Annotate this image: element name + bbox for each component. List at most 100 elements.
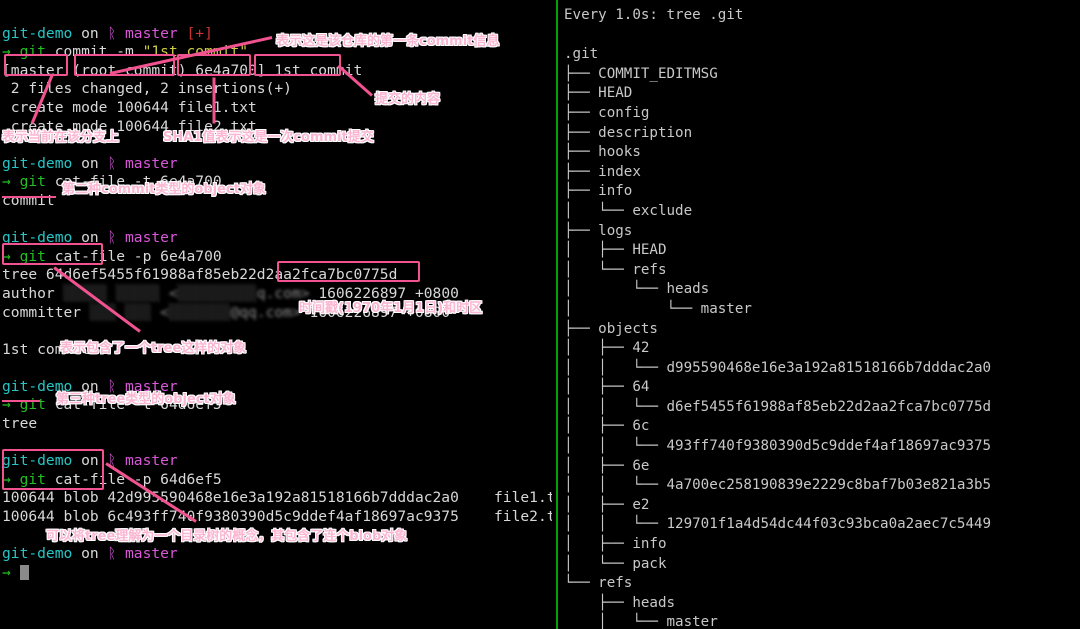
terminal-cursor [19, 564, 29, 580]
terminal-text: master [116, 545, 178, 563]
terminal-line: committer ░░░ ░░░ <░░░░░░░@qq.com> 16062… [2, 304, 552, 323]
terminal-text: → [2, 247, 20, 265]
terminal-right-pane[interactable]: Every 1.0s: tree .git .git ├── COMMIT_EDI… [562, 0, 1080, 629]
terminal-line: commit [2, 192, 552, 211]
tree-line: ├── config [564, 104, 650, 121]
terminal-line: git-demo on ᚱ master [2, 378, 552, 397]
terminal-text: ᚱ [107, 229, 117, 247]
tree-line: │ ├── 6c [564, 418, 650, 435]
terminal-line: → git cat-file -p 64d6ef5 [2, 471, 552, 490]
terminal-text: → [2, 396, 20, 414]
terminal-text: ᚱ [107, 545, 117, 563]
terminal-text: ᚱ [107, 154, 117, 172]
terminal-line: 2 files changed, 2 insertions(+) [2, 80, 552, 99]
terminal-line: 1st commit [2, 341, 552, 360]
tree-line: ├── objects [564, 320, 658, 337]
tree-line: │ └── master [564, 614, 718, 629]
tree-line: ├── logs [564, 222, 633, 239]
tree-line: └── refs [564, 575, 633, 592]
terminal-text: master [116, 24, 187, 42]
terminal-line: git-demo on ᚱ master [2, 545, 552, 564]
terminal-left-pane[interactable]: git-demo on ᚱ master [+] → git commit -m … [0, 0, 552, 629]
terminal-text: cat-file -t 6e4a700 [45, 173, 222, 191]
tree-line: ├── heads [564, 594, 676, 611]
terminal-text: master [116, 377, 178, 395]
terminal-text: master [116, 229, 178, 247]
terminal-text: on [72, 154, 108, 172]
tree-line: ├── info [564, 183, 633, 200]
terminal-text: create mode 100644 file2.txt [2, 117, 257, 135]
terminal-text: 1606226897 +0800 [309, 284, 459, 302]
terminal-line: tree 64d6ef5455f61988af85eb22d2aa2fca7bc… [2, 266, 552, 285]
terminal-text: cat-file -t 64d6ef5 [45, 396, 222, 414]
terminal-text: commit [2, 191, 55, 209]
terminal-text: git-demo [2, 154, 73, 172]
watch-header: Every 1.0s: tree .git [564, 7, 744, 23]
terminal-line: → git commit -m "1st commit" [2, 43, 552, 62]
terminal-line: [master (root-commit) 6e4a700] 1st commi… [2, 62, 552, 81]
terminal-line: git-demo on ᚱ master [2, 155, 552, 174]
terminal-line: → git cat-file -t 64d6ef5 [2, 396, 552, 415]
terminal-text: commit -m [45, 43, 143, 61]
redacted-identity: ░░░░░ ░░░░░ <░░░░░░░░░q.com> [63, 284, 310, 302]
terminal-text: git [19, 396, 46, 414]
terminal-text: create mode 100644 file1.txt [2, 98, 257, 116]
terminal-text: 2 files changed, 2 insertions(+) [2, 80, 292, 98]
terminal-text: git [19, 173, 46, 191]
terminal-text: → [2, 43, 20, 61]
terminal-text: tree [2, 415, 38, 433]
terminal-line: git-demo on ᚱ master [2, 229, 552, 248]
terminal-text: [master (root-commit) 6e4a700] 1st commi… [2, 61, 363, 79]
terminal-text: on [72, 229, 108, 247]
pane-divider [556, 0, 558, 629]
tree-line: │ ├── 42 [564, 340, 650, 357]
redacted-identity: ░░░ ░░░ <░░░░░░░@qq.com> [89, 303, 301, 321]
terminal-text: author [2, 284, 64, 302]
tree-line: │ │ └── 493ff740f9380390d5c9ddef4af18697… [564, 438, 992, 455]
tree-line: │ └── refs [564, 261, 667, 278]
terminal-text: on [72, 24, 108, 42]
terminal-text: git-demo [2, 377, 73, 395]
terminal-line: → [2, 564, 552, 583]
terminal-text: 1st commit [2, 340, 90, 358]
terminal-text: git [19, 43, 46, 61]
terminal-text: git [19, 247, 46, 265]
terminal-text: "1st commit" [142, 43, 249, 61]
terminal-line: 100644 blob 6c493ff740f9380390d5c9ddef4a… [2, 508, 552, 527]
terminal-text: git-demo [2, 545, 73, 563]
terminal-line: git-demo on ᚱ master [2, 452, 552, 471]
tree-line: │ └── exclude [564, 202, 693, 219]
tree-line: ├── index [564, 163, 641, 180]
tree-line: │ │ └── 129701f1a4d54dc44f03c93bca0a2aec… [564, 516, 992, 533]
terminal-text: [+] [186, 24, 213, 42]
terminal-text: 100644 blob 42d995590468e16e3a192a815181… [2, 489, 552, 507]
terminal-text: → [2, 563, 20, 581]
tree-line: │ └── pack [564, 555, 667, 572]
terminal-text: ᚱ [107, 377, 117, 395]
terminal-line: git-demo on ᚱ master [+] [2, 25, 552, 44]
terminal-line: author ░░░░░ ░░░░░ <░░░░░░░░░q.com> 1606… [2, 285, 552, 304]
tree-line: │ └── master [564, 300, 752, 317]
terminal-text: master [116, 452, 178, 470]
terminal-text: 1606226897 +0800 [300, 303, 451, 321]
tree-line: ├── description [564, 124, 693, 141]
tree-line: │ ├── 64 [564, 379, 650, 396]
terminal-text: git [19, 470, 46, 488]
left-terminal-output: git-demo on ᚱ master [+] → git commit -m … [0, 0, 552, 582]
tree-line: │ ├── info [564, 536, 667, 553]
tree-line [564, 26, 1080, 46]
terminal-text: git-demo [2, 24, 73, 42]
tree-line: │ └── heads [564, 281, 710, 298]
tree-line: ├── HEAD [564, 85, 633, 102]
terminal-text: → [2, 470, 20, 488]
terminal-text: committer [2, 303, 90, 321]
terminal-line: → git cat-file -p 6e4a700 [2, 248, 552, 267]
terminal-line: create mode 100644 file1.txt [2, 99, 552, 118]
watch-tree-output: Every 1.0s: tree .git .git ├── COMMIT_EDI… [562, 0, 1080, 629]
